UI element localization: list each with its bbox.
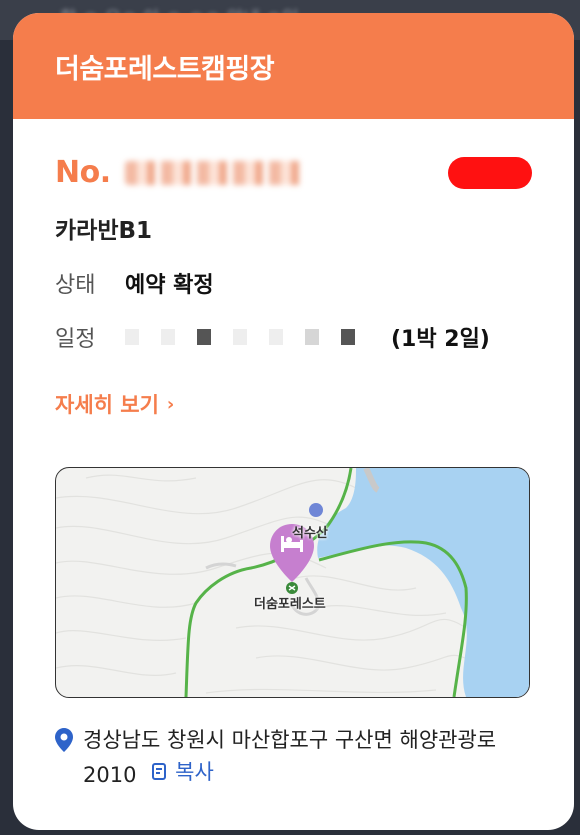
- reservation-card: 더숨포레스트캠핑장 No. 카라반B1 상태 예약 확정 일정 (1박 2일) …: [13, 13, 574, 830]
- map-graphic: [56, 468, 529, 697]
- card-header: 더숨포레스트캠핑장: [13, 13, 574, 119]
- view-details-link[interactable]: 자세히 보기 ›: [55, 389, 174, 419]
- card-content: No. 카라반B1 상태 예약 확정 일정 (1박 2일) 자세히 보기 › 석…: [13, 155, 574, 791]
- status-row: 상태 예약 확정: [55, 267, 532, 299]
- copy-address-button[interactable]: 복사: [151, 756, 214, 788]
- location-map[interactable]: 석수산 더숨포레스트: [55, 467, 530, 698]
- address-text: 경상남도 창원시 마산합포구 구산면 해양관광로 2010 복사: [83, 724, 532, 791]
- address-value: 경상남도 창원시 마산합포구 구산면 해양관광로 2010: [83, 728, 497, 787]
- schedule-nights: (1박 2일): [391, 327, 490, 352]
- site-name: 카라반B1: [55, 218, 153, 244]
- view-details-label: 자세히 보기: [55, 393, 159, 417]
- copy-label: 복사: [175, 760, 214, 784]
- status-label: 상태: [55, 273, 96, 298]
- reservation-number-redacted: [124, 160, 305, 185]
- location-pin-icon: [55, 728, 83, 791]
- poi-label: 더숨포레스트: [254, 597, 326, 612]
- reservation-number-row: No.: [55, 155, 532, 199]
- copy-icon: [152, 763, 167, 780]
- chevron-right-icon: ›: [166, 393, 175, 415]
- address-row: 경상남도 창원시 마산합포구 구산면 해양관광로 2010 복사: [55, 724, 532, 791]
- peak-label: 석수산: [292, 526, 328, 541]
- schedule-dates-redacted: [125, 329, 377, 345]
- campsite-title: 더숨포레스트캠핑장: [55, 53, 275, 85]
- reservation-number-prefix: No.: [55, 155, 111, 190]
- redaction-mark: [448, 157, 532, 189]
- status-value: 예약 확정: [125, 273, 214, 298]
- schedule-label: 일정: [55, 327, 96, 352]
- schedule-row: 일정 (1박 2일): [55, 321, 532, 353]
